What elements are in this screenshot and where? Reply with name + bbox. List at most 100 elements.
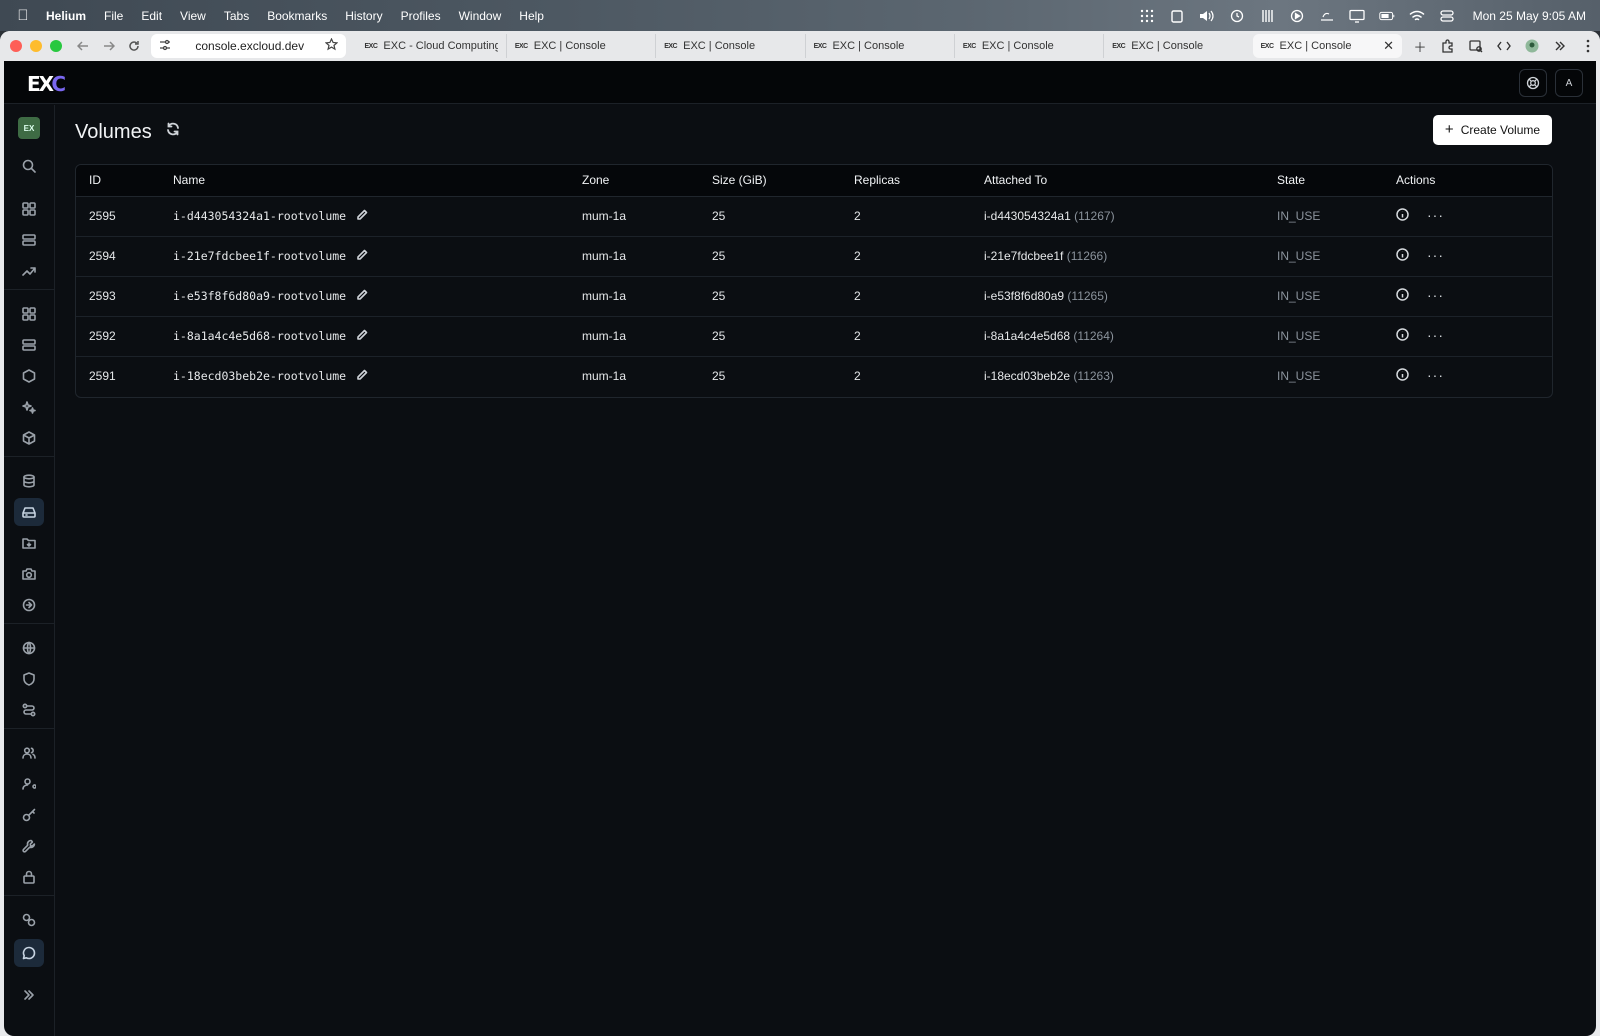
more-actions-icon[interactable]: ··· [1427,248,1444,262]
instances-icon[interactable] [14,300,44,328]
site-settings-icon[interactable] [159,39,171,54]
minimize-window-button[interactable] [30,40,42,52]
col-header-size[interactable]: Size (GiB) [712,165,854,197]
close-window-button[interactable] [10,40,22,52]
col-header-attached[interactable]: Attached To [984,165,1277,197]
zoom-window-button[interactable] [50,40,62,52]
play-circle-icon[interactable] [1289,8,1305,24]
url-text[interactable]: console.excloud.dev [177,39,319,53]
exc-logo[interactable]: EXC [27,72,66,96]
new-tab-icon[interactable]: ＋ [1408,34,1432,58]
browser-tab[interactable]: EXC EXC | Console [1103,34,1252,58]
expand-sidebar-icon[interactable] [14,981,44,1009]
hexagon-icon[interactable] [14,362,44,390]
camera-icon[interactable] [14,560,44,588]
link-icon[interactable] [14,906,44,934]
menu-help[interactable]: Help [519,9,544,23]
menu-clock[interactable]: Mon 25 May 9:05 AM [1473,9,1586,23]
server-rack-icon[interactable] [14,331,44,359]
lock-icon[interactable] [14,863,44,891]
network-route-icon[interactable] [14,696,44,724]
users-icon[interactable] [14,739,44,767]
table-row[interactable]: 2591 i-18ecd03beb2e-rootvolume mum-1a 25… [76,356,1552,396]
code-icon[interactable] [1492,34,1516,58]
info-icon[interactable] [1396,328,1409,341]
profile-avatar-icon[interactable] [1520,34,1544,58]
attached-instance-link[interactable]: i-21e7fdcbee1f [984,249,1063,263]
battery-icon[interactable] [1378,8,1395,24]
table-row[interactable]: 2592 i-8a1a4c4e5d68-rootvolume mum-1a 25… [76,316,1552,357]
menu-history[interactable]: History [345,9,382,23]
volume-icon[interactable] [1199,8,1215,24]
info-icon[interactable] [1396,368,1409,381]
forward-arrow-icon[interactable] [96,33,122,59]
menu-app-name[interactable]: Helium [46,9,86,23]
apple-menu-icon[interactable]:  [0,7,46,24]
menu-window[interactable]: Window [459,9,502,23]
browser-tab[interactable]: EXC EXC | Console [804,34,954,58]
time-machine-icon[interactable] [1229,8,1245,24]
close-tab-icon[interactable]: ✕ [1383,38,1394,54]
grid-dots-icon[interactable] [1139,8,1155,24]
folder-icon[interactable] [14,529,44,557]
support-icon[interactable] [1519,69,1547,97]
database-icon[interactable] [14,467,44,495]
volumes-icon[interactable] [14,498,44,526]
browser-tab[interactable]: EXC EXC | Console [505,34,655,58]
menu-bookmarks[interactable]: Bookmarks [267,9,327,23]
menu-tabs[interactable]: Tabs [224,9,249,23]
menu-edit[interactable]: Edit [141,9,162,23]
col-header-replicas[interactable]: Replicas [854,165,984,197]
user-avatar[interactable]: A [1555,69,1583,97]
edit-pencil-icon[interactable] [356,329,368,341]
control-center-icon[interactable] [1439,8,1455,24]
menu-profiles[interactable]: Profiles [401,9,441,23]
refresh-icon[interactable] [166,122,184,140]
key-icon[interactable] [14,801,44,829]
browser-tab[interactable]: EXC EXC | Console [953,34,1103,58]
more-actions-icon[interactable]: ··· [1427,328,1444,342]
wifi-icon[interactable] [1409,8,1425,24]
bookmark-star-icon[interactable] [325,37,339,54]
org-badge[interactable]: EX [18,117,40,139]
create-volume-button[interactable]: + Create Volume [1433,115,1552,145]
more-actions-icon[interactable]: ··· [1427,208,1444,222]
attached-instance-link[interactable]: i-8a1a4c4e5d68 [984,329,1070,343]
back-arrow-icon[interactable] [70,33,96,59]
reload-icon[interactable] [121,33,147,59]
menu-view[interactable]: View [180,9,206,23]
tab-search-icon[interactable] [1464,34,1488,58]
info-icon[interactable] [1396,248,1409,261]
backup-icon[interactable] [14,591,44,619]
globe-icon[interactable] [14,634,44,662]
weather-icon[interactable] [1319,8,1335,24]
info-icon[interactable] [1396,208,1409,221]
attached-instance-link[interactable]: i-e53f8f6d80a9 [984,289,1064,303]
attached-instance-link[interactable]: i-18ecd03beb2e [984,369,1070,383]
search-icon[interactable] [14,152,44,180]
dashboard-icon[interactable] [14,195,44,223]
more-tabs-icon[interactable] [1548,34,1572,58]
browser-tab-active[interactable]: EXC EXC | Console ✕ [1252,34,1402,58]
edit-pencil-icon[interactable] [356,249,368,261]
more-actions-icon[interactable]: ··· [1427,368,1444,382]
col-header-zone[interactable]: Zone [582,165,712,197]
browser-tab[interactable]: EXC EXC - Cloud Computing S [356,34,505,58]
attached-instance-link[interactable]: i-d443054324a1 [984,209,1071,223]
info-icon[interactable] [1396,288,1409,301]
col-header-id[interactable]: ID [76,165,173,197]
edit-pencil-icon[interactable] [356,289,368,301]
trending-icon[interactable] [14,257,44,285]
browser-tab[interactable]: EXC EXC | Console [655,34,804,58]
address-bar[interactable]: console.excloud.dev [151,34,347,58]
cutlery-icon[interactable] [1259,8,1275,24]
extensions-icon[interactable] [1436,34,1460,58]
shield-icon[interactable] [14,665,44,693]
edit-pencil-icon[interactable] [356,369,368,381]
more-actions-icon[interactable]: ··· [1427,288,1444,302]
display-icon[interactable] [1348,8,1365,24]
sparkles-icon[interactable] [14,393,44,421]
package-icon[interactable] [14,424,44,452]
servers-icon[interactable] [14,226,44,254]
wrench-icon[interactable] [14,832,44,860]
